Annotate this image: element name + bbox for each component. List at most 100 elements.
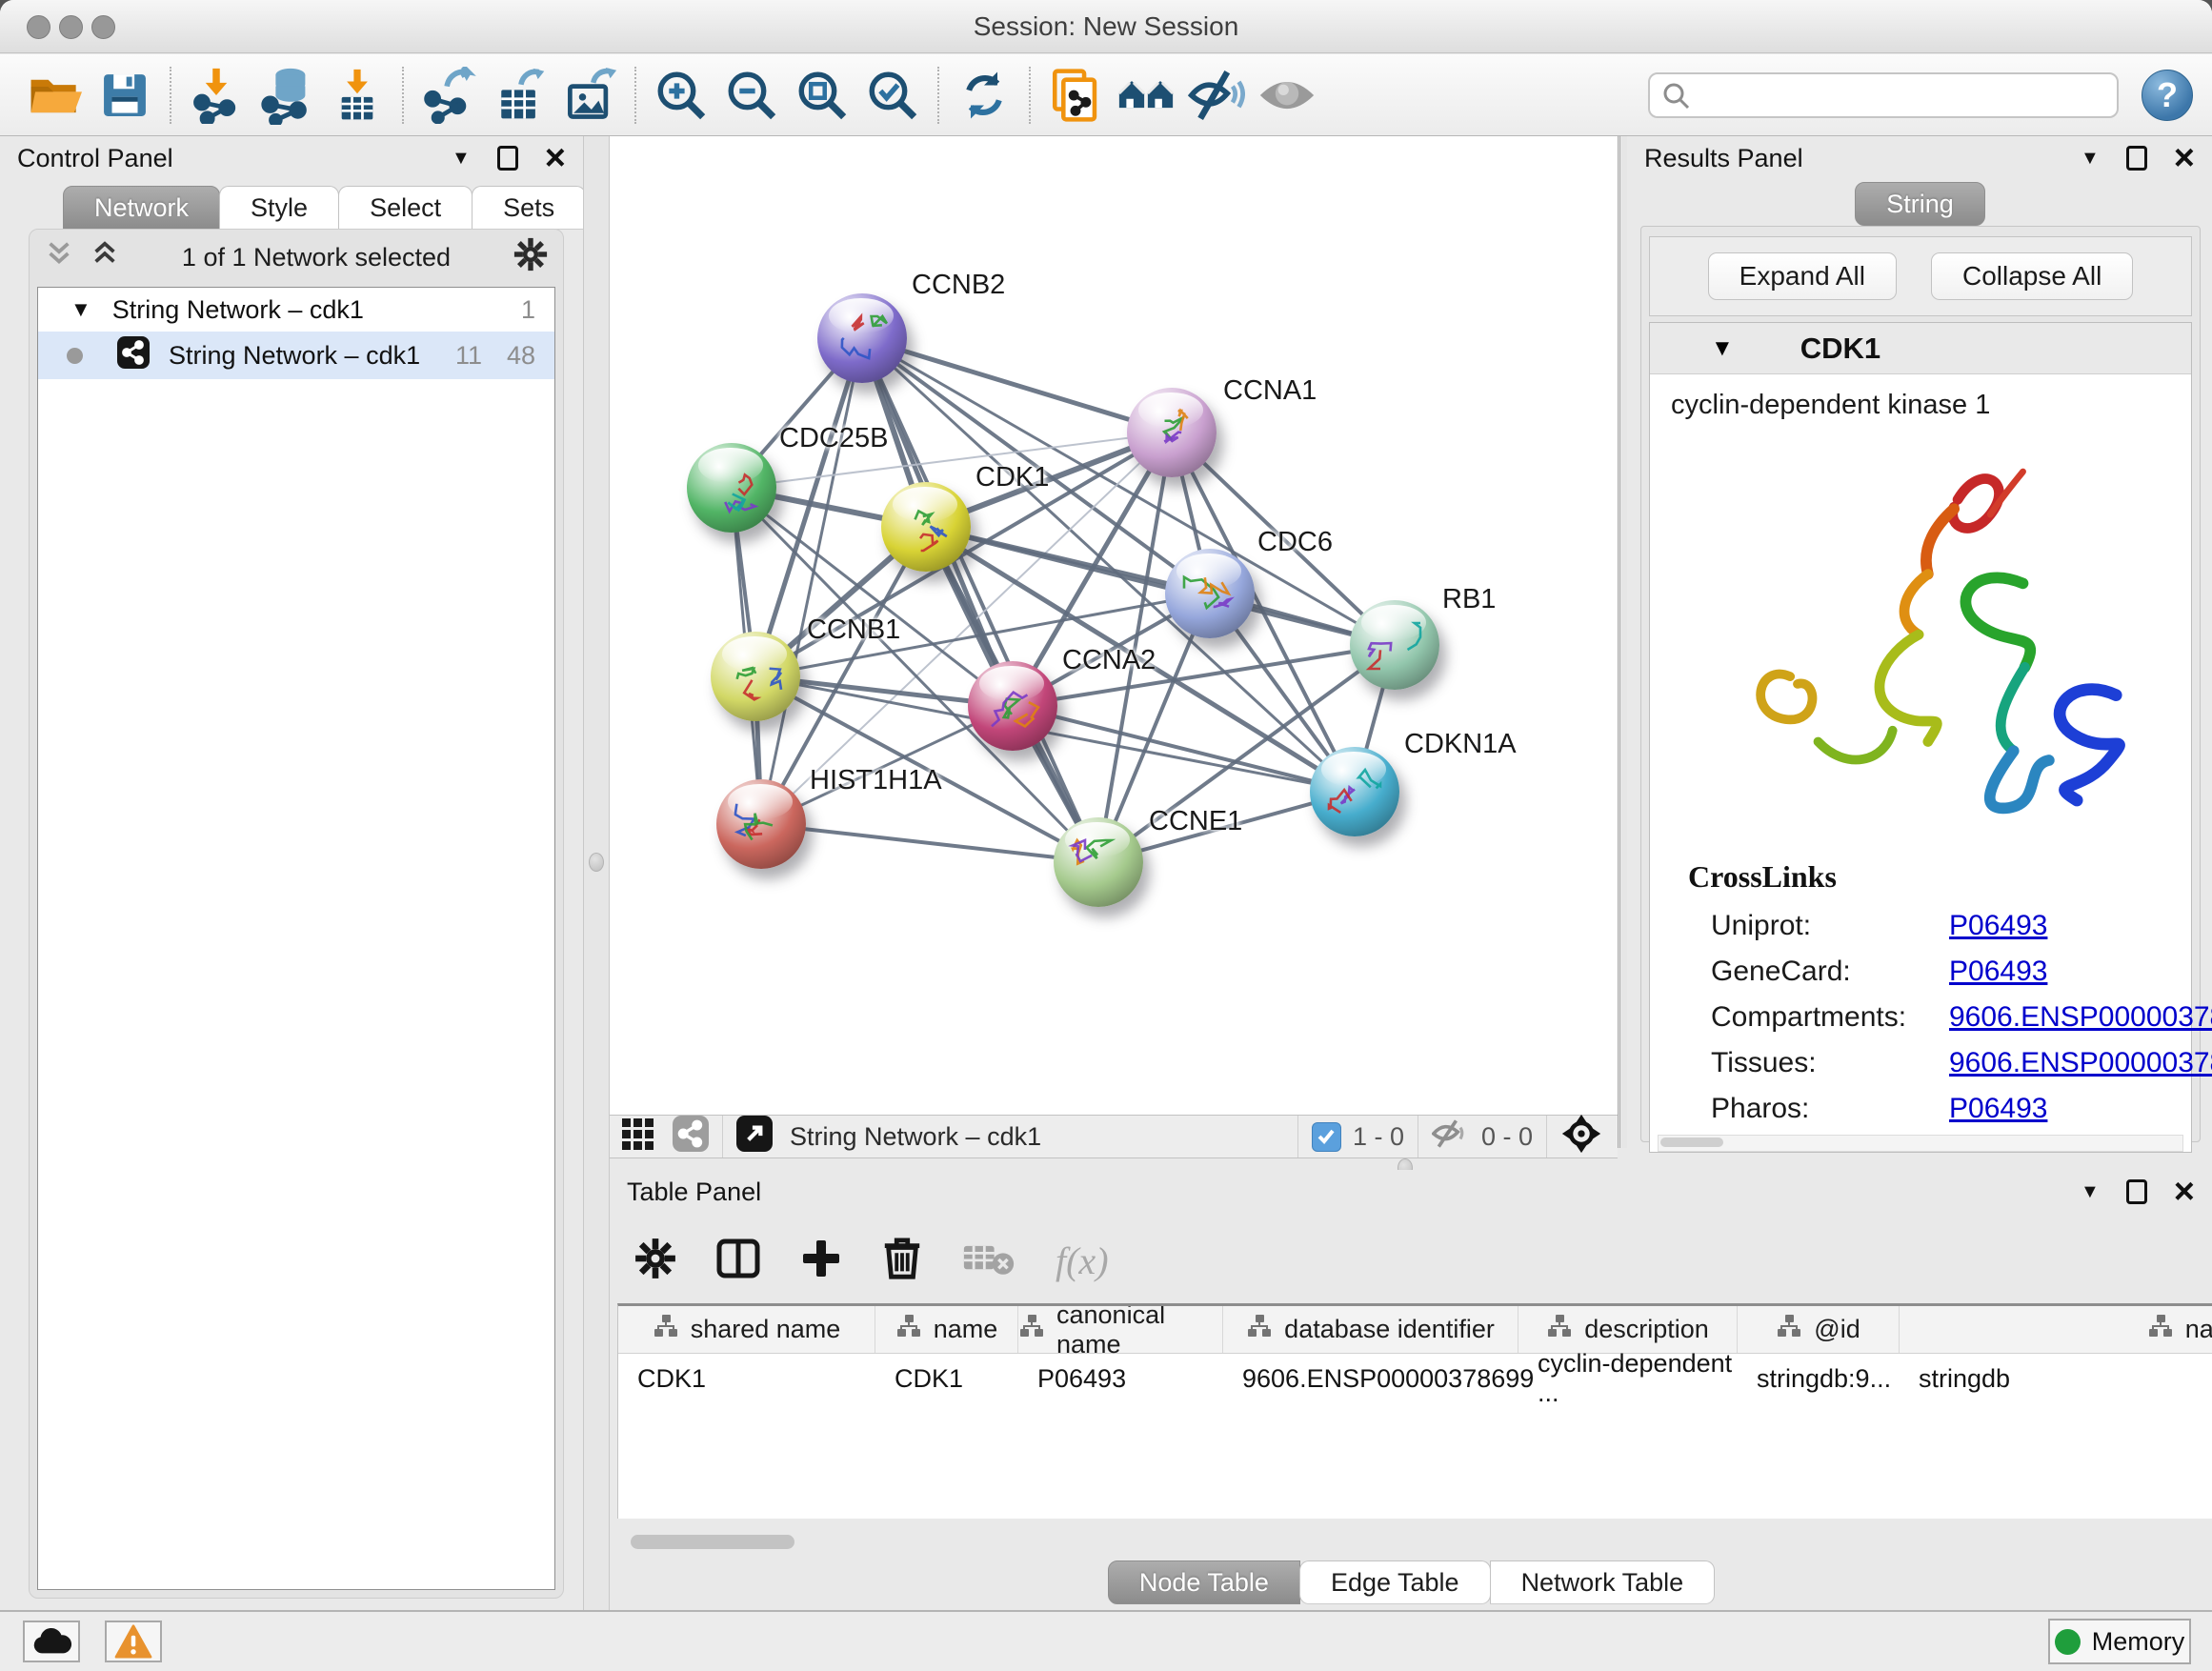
network-node[interactable]: [881, 482, 971, 572]
network-node[interactable]: [1054, 817, 1143, 907]
network-node[interactable]: [1350, 600, 1439, 690]
help-button[interactable]: ?: [2142, 70, 2193, 121]
search-input[interactable]: [1648, 72, 2119, 118]
import-network-database-icon[interactable]: [251, 61, 322, 130]
network-node[interactable]: [716, 779, 806, 869]
table-cell[interactable]: CDK1: [875, 1354, 1018, 1403]
warnings-button[interactable]: [105, 1621, 162, 1662]
show-columns-icon[interactable]: [716, 1237, 760, 1285]
panel-menu-icon[interactable]: ▼: [2081, 1181, 2100, 1203]
expand-all-networks-icon[interactable]: [90, 240, 119, 275]
birdseye-view-icon[interactable]: [1560, 1113, 1602, 1161]
close-panel-icon[interactable]: ×: [2174, 1174, 2195, 1210]
tab-network[interactable]: Network: [63, 186, 220, 230]
table-cell[interactable]: 9606.ENSP00000378699: [1223, 1354, 1518, 1403]
open-session-icon[interactable]: [19, 61, 90, 130]
collapse-all-networks-icon[interactable]: [45, 240, 73, 275]
detach-view-icon[interactable]: [736, 1116, 773, 1158]
cloud-services-button[interactable]: [23, 1621, 80, 1662]
network-node[interactable]: [968, 661, 1057, 751]
tab-string[interactable]: String: [1855, 182, 1985, 226]
left-panel-divider[interactable]: [583, 136, 610, 1610]
column-header-shared-name[interactable]: shared name: [618, 1306, 875, 1353]
collection-expander-icon[interactable]: ▼: [70, 297, 91, 322]
zoom-in-icon[interactable]: [646, 61, 716, 130]
float-panel-icon[interactable]: [497, 146, 518, 171]
tab-node-table[interactable]: Node Table: [1108, 1560, 1300, 1604]
tab-sets[interactable]: Sets: [472, 186, 586, 230]
zoom-fit-icon[interactable]: [787, 61, 857, 130]
export-table-icon[interactable]: [484, 61, 554, 130]
collapse-all-button[interactable]: Collapse All: [1931, 252, 2133, 300]
network-node[interactable]: [711, 632, 800, 721]
column-header-canonical-name[interactable]: canonical name: [1018, 1306, 1223, 1353]
table-cell[interactable]: stringdb: [1900, 1354, 2212, 1403]
close-panel-icon[interactable]: ×: [545, 140, 566, 176]
table-row[interactable]: CDK1CDK1P064939606.ENSP00000378699cyclin…: [618, 1354, 2212, 1403]
create-column-icon[interactable]: [800, 1238, 842, 1284]
network-collection-row[interactable]: ▼ String Network – cdk1 1: [38, 288, 554, 332]
export-network-icon[interactable]: [413, 61, 484, 130]
column-header-name[interactable]: name: [875, 1306, 1018, 1353]
network-edge[interactable]: [761, 338, 862, 824]
crosslink-value-link[interactable]: 9606.ENSP00000378699: [1949, 1047, 2212, 1079]
panel-menu-icon[interactable]: ▼: [2081, 148, 2100, 170]
hide-selected-icon[interactable]: [1181, 61, 1252, 130]
grid-view-icon[interactable]: [621, 1117, 655, 1158]
float-panel-icon[interactable]: [2126, 1179, 2147, 1204]
zoom-selected-icon[interactable]: [857, 61, 928, 130]
float-panel-icon[interactable]: [2126, 146, 2147, 171]
crosslink-value-link[interactable]: 9606.ENSP00000378699: [1949, 1001, 2212, 1034]
results-horizontal-scrollbar[interactable]: [1658, 1135, 2183, 1152]
expand-all-button[interactable]: Expand All: [1708, 252, 1897, 300]
tab-network-table[interactable]: Network Table: [1490, 1560, 1716, 1604]
column-header-namespace[interactable]: namespace: [1900, 1306, 2212, 1353]
table-cell[interactable]: cyclin-dependent ...: [1518, 1354, 1738, 1403]
gene-entry-header[interactable]: ▼ CDK1: [1650, 323, 2191, 374]
update-network-icon[interactable]: [949, 61, 1019, 130]
entry-expander-icon[interactable]: ▼: [1711, 335, 1734, 362]
first-neighbors-icon[interactable]: [1111, 61, 1181, 130]
network-row-selected[interactable]: String Network – cdk1 11 48: [38, 332, 554, 379]
import-table-file-icon[interactable]: [322, 61, 392, 130]
new-network-from-selection-icon[interactable]: [1040, 61, 1111, 130]
delete-column-icon[interactable]: [882, 1237, 922, 1285]
network-edge[interactable]: [862, 338, 1172, 433]
network-node[interactable]: [687, 443, 776, 533]
panel-menu-icon[interactable]: ▼: [452, 148, 471, 170]
table-settings-gear-icon[interactable]: [634, 1238, 676, 1284]
right-panel-divider[interactable]: [1618, 136, 1627, 1148]
column-header-@id[interactable]: @id: [1738, 1306, 1900, 1353]
table-cell[interactable]: stringdb:9...: [1738, 1354, 1900, 1403]
export-image-icon[interactable]: [554, 61, 625, 130]
close-panel-icon[interactable]: ×: [2174, 140, 2195, 176]
network-edge[interactable]: [761, 824, 1098, 862]
import-network-file-icon[interactable]: [181, 61, 251, 130]
network-canvas[interactable]: CCNB2CCNA1CDC25BCDK1CDC6RB1CCNB1CCNA2CDK…: [610, 136, 1618, 1115]
crosslink-value-link[interactable]: P06493: [1949, 1093, 2047, 1125]
left-divider-handle[interactable]: [589, 853, 604, 872]
hidden-items-eye-icon[interactable]: [1432, 1117, 1470, 1157]
memory-button[interactable]: Memory: [2048, 1619, 2191, 1664]
table-horizontal-scrollbar[interactable]: [631, 1535, 794, 1549]
network-node[interactable]: [1165, 549, 1255, 638]
save-session-icon[interactable]: [90, 61, 160, 130]
column-header-database-identifier[interactable]: database identifier: [1223, 1306, 1518, 1353]
network-node[interactable]: [1310, 747, 1399, 836]
network-options-gear-icon[interactable]: [513, 237, 548, 278]
crosslink-value-link[interactable]: P06493: [1949, 910, 2047, 942]
delete-table-icon[interactable]: [962, 1239, 1016, 1282]
table-cell[interactable]: P06493: [1018, 1354, 1223, 1403]
tab-edge-table[interactable]: Edge Table: [1299, 1560, 1491, 1604]
table-cell[interactable]: CDK1: [618, 1354, 875, 1403]
tab-select[interactable]: Select: [338, 186, 473, 230]
network-node[interactable]: [817, 293, 907, 383]
function-builder-icon[interactable]: f(x): [1056, 1238, 1109, 1283]
zoom-out-icon[interactable]: [716, 61, 787, 130]
crosslink-value-link[interactable]: P06493: [1949, 956, 2047, 988]
network-node[interactable]: [1127, 388, 1217, 477]
string-network-badge-icon[interactable]: [673, 1116, 709, 1158]
selected-items-checkbox[interactable]: [1312, 1122, 1341, 1152]
show-all-icon[interactable]: [1252, 61, 1322, 130]
tab-style[interactable]: Style: [219, 186, 339, 230]
